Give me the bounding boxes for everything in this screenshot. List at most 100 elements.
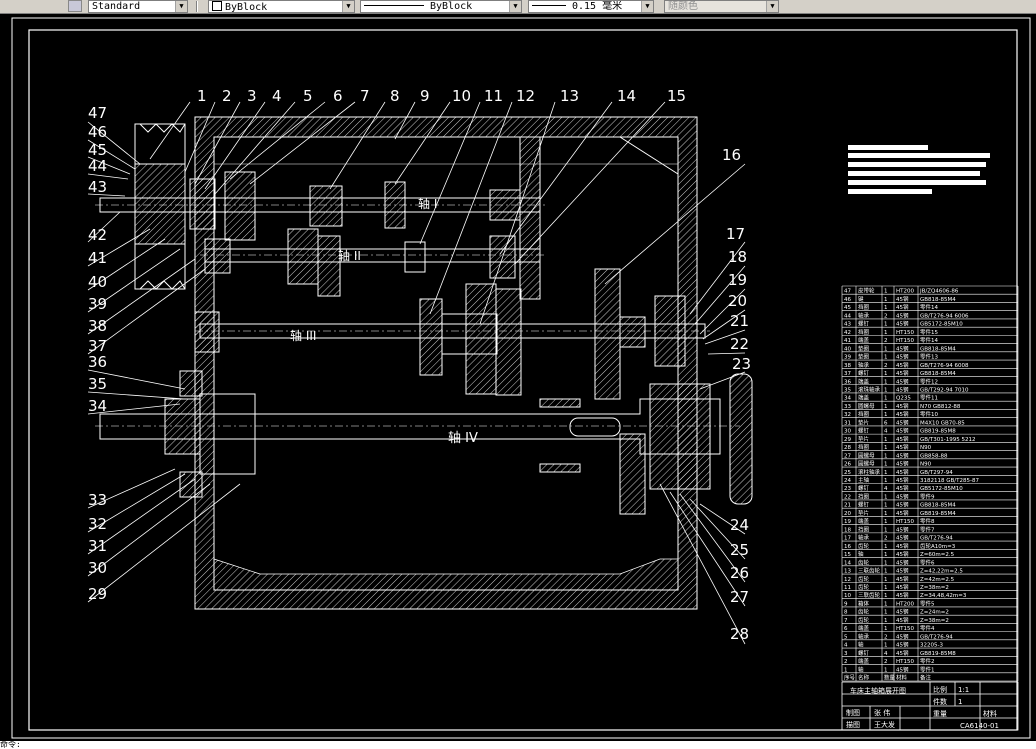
chevron-down-icon: ▼ [509, 1, 521, 12]
table-cell: 零件10 [920, 410, 938, 418]
table-cell: 15 [844, 552, 851, 558]
table-cell: 45钢 [896, 525, 909, 533]
table-cell: 零件2 [920, 657, 935, 665]
table-cell: 1 [884, 585, 888, 591]
balloon-number: 31 [88, 537, 107, 555]
lineweight-select[interactable]: 0.15 毫米 ▼ [528, 0, 654, 13]
table-cell: HT150 [896, 519, 914, 525]
table-cell: 25 [844, 470, 851, 476]
table-cell: GB5172-85M10 [920, 486, 963, 492]
balloon-number: 30 [88, 559, 107, 577]
table-cell: 19 [844, 519, 851, 525]
balloon-number: 26 [730, 564, 749, 582]
table-cell: 齿轮 [858, 608, 870, 616]
shaft-label: 轴 II [338, 248, 361, 263]
table-cell: 10 [844, 593, 851, 599]
table-cell: 轴 [858, 550, 864, 558]
table-cell: 45钢 [896, 295, 909, 303]
table-cell: 端盖 [858, 624, 870, 632]
table-cell: 零件11 [920, 394, 938, 402]
color-value: ByBlock [225, 2, 268, 13]
table-cell: 挡圈 [858, 328, 870, 336]
table-cell: GB818-85M4 [920, 346, 956, 352]
shaft-3 [194, 268, 710, 400]
table-cell: 32205-3 [920, 643, 943, 649]
table-cell: 2 [884, 536, 888, 542]
table-cell: 零件8 [920, 517, 935, 525]
table-cell: 1 [884, 379, 888, 385]
table-cell: 垫片 [858, 418, 869, 426]
text-style-icon[interactable] [68, 0, 82, 12]
table-cell: 齿轮 [858, 583, 870, 591]
table-cell: Z=24m=2 [920, 610, 949, 616]
table-cell: 1 [884, 511, 888, 517]
table-cell: 27 [844, 453, 851, 459]
table-cell: GB818-85M4 [920, 503, 956, 509]
gearbox-housing [194, 116, 698, 610]
table-cell: 2 [844, 659, 848, 665]
table-cell: 圆螺母 [858, 451, 875, 459]
linetype-value: ByBlock [430, 1, 473, 12]
table-cell: GB/T292-94 7010 [920, 387, 969, 393]
table-cell: 1 [884, 593, 888, 599]
balloon-number: 19 [728, 271, 747, 289]
table-cell: 38 [844, 363, 851, 369]
table-cell: 三联齿轮 [858, 591, 881, 599]
balloon-number: 42 [88, 226, 107, 244]
table-cell: 滚柱轴承 [858, 468, 881, 476]
table-cell: 47 [844, 289, 851, 295]
sheet-label: 件数 [933, 697, 947, 706]
table-cell: GB818-85M4 [920, 297, 956, 303]
chevron-down-icon: ▼ [175, 1, 187, 12]
table-cell: 45钢 [896, 558, 909, 566]
table-cell: 1 [884, 346, 888, 352]
table-cell: 1 [884, 544, 888, 550]
table-cell: 键 [858, 295, 864, 303]
linetype-sample-icon [364, 5, 424, 6]
table-cell: 齿轮 [858, 558, 870, 566]
table-cell: HT200 [896, 289, 914, 295]
table-cell: 螺钉 [858, 320, 870, 328]
balloon-number: 18 [728, 248, 747, 266]
material-label: 材料 [983, 709, 997, 718]
table-cell: 零件4 [920, 624, 935, 632]
balloon-number: 47 [88, 104, 107, 122]
balloon-number: 15 [667, 87, 686, 105]
table-cell: GB818-85M4 [920, 371, 956, 377]
balloon-number: 4 [272, 87, 282, 105]
text-style-select[interactable]: Standard ▼ [88, 0, 188, 13]
table-cell: 齿轮A10m=3 [920, 542, 956, 550]
chevron-down-icon: ▼ [766, 1, 778, 12]
table-cell: 45钢 [896, 632, 909, 640]
table-cell: 箱体 [858, 599, 870, 607]
balloon-number: 14 [617, 87, 636, 105]
table-cell: N90 [920, 445, 932, 451]
table-cell: 45钢 [896, 534, 909, 542]
color-select[interactable]: ByBlock ▼ [208, 0, 355, 13]
linetype-select[interactable]: ByBlock ▼ [360, 0, 522, 13]
table-cell: 材料 [896, 674, 908, 682]
balloon-number: 34 [88, 397, 107, 415]
table-cell: 端盖 [858, 377, 870, 385]
table-cell: 1 [884, 560, 888, 566]
balloon-number: 32 [88, 515, 107, 533]
table-cell: 26 [844, 462, 851, 468]
table-cell: 45钢 [896, 591, 909, 599]
balloon-number: 29 [88, 585, 107, 603]
balloon-number: 24 [730, 516, 749, 534]
table-cell: 45钢 [896, 418, 909, 426]
table-cell: 螺钉 [858, 369, 870, 377]
balloon-number: 41 [88, 249, 107, 267]
table-cell: 45钢 [896, 361, 909, 369]
balloon-number: 20 [728, 292, 747, 310]
plot-style-select[interactable]: 随颜色 ▼ [664, 0, 779, 13]
balloon-number: 11 [484, 87, 503, 105]
text-style-value: Standard [92, 1, 141, 12]
balloon-number: 13 [560, 87, 579, 105]
table-cell: GB/T276-94 6008 [920, 363, 969, 369]
table-cell: 名称 [858, 674, 870, 682]
table-cell: 45钢 [896, 542, 909, 550]
drawing-canvas[interactable]: 轴 I 轴 II 轴 III 轴 IV 1 2 3 4 5 6 7 8 9 10… [0, 14, 1036, 741]
command-line[interactable]: 命令: [0, 741, 1036, 749]
table-cell: 轴承 [858, 632, 870, 640]
